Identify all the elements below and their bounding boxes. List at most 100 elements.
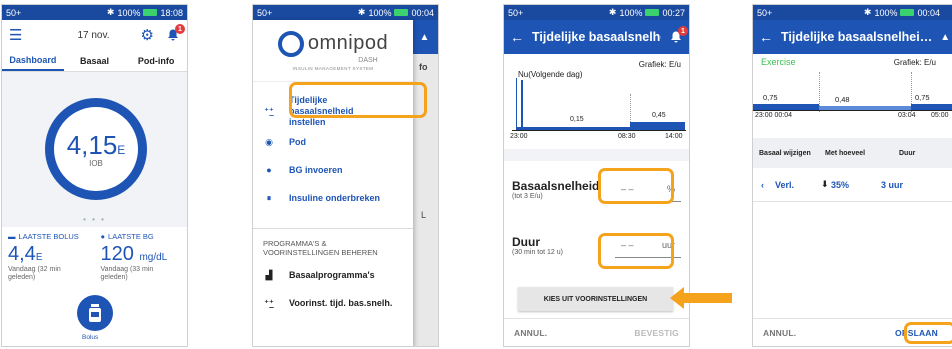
cancel-button[interactable]: ANNUL. [514,328,547,338]
behind-tab-text: fo [419,62,428,72]
signal-text: 50+ [757,7,773,18]
battery-text: 100% [874,7,898,18]
temp-basal-icon: ⁺⁺̲ [264,297,274,308]
last-bolus-value: 4,4 [8,243,36,265]
pause-icon: ⏸ [266,192,272,203]
bolus-button[interactable] [77,295,113,331]
battery-icon [394,9,409,16]
rate-value-1: 0,75 [763,93,778,102]
rate-value-3: 0,75 [915,93,930,102]
confirm-button[interactable]: BEVESTIG [634,328,679,338]
duration-value: 3 uur [881,179,904,190]
title-bar: ← Tijdelijke basaalsnelhei… ▲ [753,20,952,54]
graph-baseline [512,130,686,131]
last-bg-unit: mg/dL [139,252,168,263]
highlight-box [598,168,674,204]
logo-tagline: INSULIN MANAGEMENT SYSTEM [292,65,374,71]
basal-bar-high [630,122,685,130]
menu-screen: 50+ ✱ 100% 00:04 ▲ fo L omnipod DASH INS… [252,4,439,347]
battery-icon [143,9,158,16]
iob-value: 4,15 [66,130,118,160]
menu-item-label: BG invoeren [289,165,343,175]
pod-icon: ◉ [265,136,273,147]
basal-graph: 0,75 0,48 0,75 23:00 00:04 03:04 05:00 [753,70,952,126]
menu-item-bg[interactable]: ● BG invoeren [253,156,413,184]
bluetooth-icon: ✱ [863,7,872,17]
duration-hint: (30 min tot 12 u) [512,248,563,256]
bluetooth-icon: ✱ [106,7,115,17]
logo-dash: DASH [358,56,378,64]
menu-item-pod[interactable]: ◉ Pod [253,128,413,156]
temp-basal-entry-screen: 50+ ✱ 100% 00:27 ← Tijdelijke basaalsnel… [503,4,690,347]
battery-text: 100% [117,7,141,18]
last-bolus-unit: E [35,252,43,263]
choose-preset-button[interactable]: KIES UIT VOORINSTELLINGEN [518,287,673,311]
drop-icon: ● [266,165,272,175]
menu-item-suspend[interactable]: ⏸ Insuline onderbreken [253,184,413,212]
bluetooth-icon: ✱ [608,7,617,17]
battery-text: 100% [619,7,643,18]
cancel-button[interactable]: ANNUL. [763,328,796,338]
chevron-left-icon: ‹ [761,179,764,190]
highlight-box [598,233,674,269]
basal-program-icon: ▟ [265,269,273,280]
iob-panel: 4,15E IOB • • • [2,72,187,227]
col-header: Basaal wijzigen [759,149,811,157]
tab-bar: Dashboard Basaal Pod-info [2,50,187,72]
logo-word: omnipod [307,32,389,54]
back-arrow-icon[interactable]: ← [510,29,524,45]
summary-row[interactable]: ‹ Verl. ⬇ 35% 3 uur [753,168,952,202]
graph-unit-label: Grafiek: E/u [638,60,681,69]
iob-ring: 4,15E IOB [45,98,147,200]
clock-text: 00:04 [917,7,940,18]
now-marker [521,80,523,128]
signal-text: 50+ [257,7,273,18]
tab-pod-info[interactable]: Pod-info [125,50,187,71]
notification-badge: 1 [678,26,688,36]
status-bar: 50+ ✱ 100% 00:04 [753,5,952,20]
last-bolus-label: LAATSTE BOLUS [18,232,79,241]
menu-item-basal-programs[interactable]: ▟ Basaalprogramma's [253,261,413,289]
basal-rate-title: Basaalsnelheid [512,178,600,193]
battery-text: 100% [368,7,392,18]
menu-item-label: Basaalprogramma's [289,270,375,280]
arrow-left-icon [670,287,732,309]
basal-rate-hint: (tot 3 E/u) [512,192,543,200]
col-header: Duur [899,149,916,157]
bell-icon[interactable]: 1 [669,26,688,44]
gear-icon[interactable]: ⚙ [141,26,154,44]
back-arrow-icon[interactable]: ← [759,29,773,45]
menu-icon[interactable]: ☰ [9,26,22,44]
menu-item-temp-presets[interactable]: ⁺⁺̲ Voorinst. tijd. bas.snelh. [253,289,413,317]
screen-title: Tijdelijke basaalsnelhei… [532,30,661,44]
iob-unit: E [117,143,126,157]
bell-icon[interactable]: ▲ [940,32,950,43]
last-bolus-card: ▬ LAATSTE BOLUS 4,4E Vandaag (32 min gele… [2,227,95,287]
highlight-box [904,322,952,344]
basal-graph: Grafiek: E/u Nu(Volgende dag) 0,15 0,45 … [504,54,689,149]
status-bar: 50+ ✱ 100% 00:27 [504,5,689,20]
clock-text: 00:04 [411,7,434,18]
omnipod-ring-icon [277,30,304,57]
menu-item-label: Pod [289,137,306,147]
graph-unit-label: Grafiek: E/u [893,57,936,67]
time-label-2: 08:30 [618,133,636,140]
tab-basal[interactable]: Basaal [64,50,126,71]
tab-dashboard[interactable]: Dashboard [2,50,64,71]
bell-icon[interactable]: 1 [166,24,185,42]
temp-basal-confirm-screen: 50+ ✱ 100% 00:04 ← Tijdelijke basaalsnel… [752,4,952,347]
rate-value-2: 0,48 [835,95,850,104]
time-label-1: 23:00 [510,133,528,140]
action-bar: ANNUL. BEVESTIG [504,318,689,346]
rate-value-1: 0,15 [570,116,584,123]
page-dots: • • • [83,215,106,224]
clock-text: 18:08 [160,7,183,18]
last-bg-label: LAATSTE BG [108,232,154,241]
preset-name: Exercise [761,57,796,67]
status-bar: 50+ ✱ 100% 18:08 [2,5,187,20]
duration-title: Duur [512,234,540,249]
title-bar: ← Tijdelijke basaalsnelhei… 1 [504,20,689,54]
down-arrow-icon: ⬇ [821,179,829,189]
notification-badge: 1 [175,24,185,34]
temp-basal-icon: ⁺⁺̲ [264,105,274,116]
